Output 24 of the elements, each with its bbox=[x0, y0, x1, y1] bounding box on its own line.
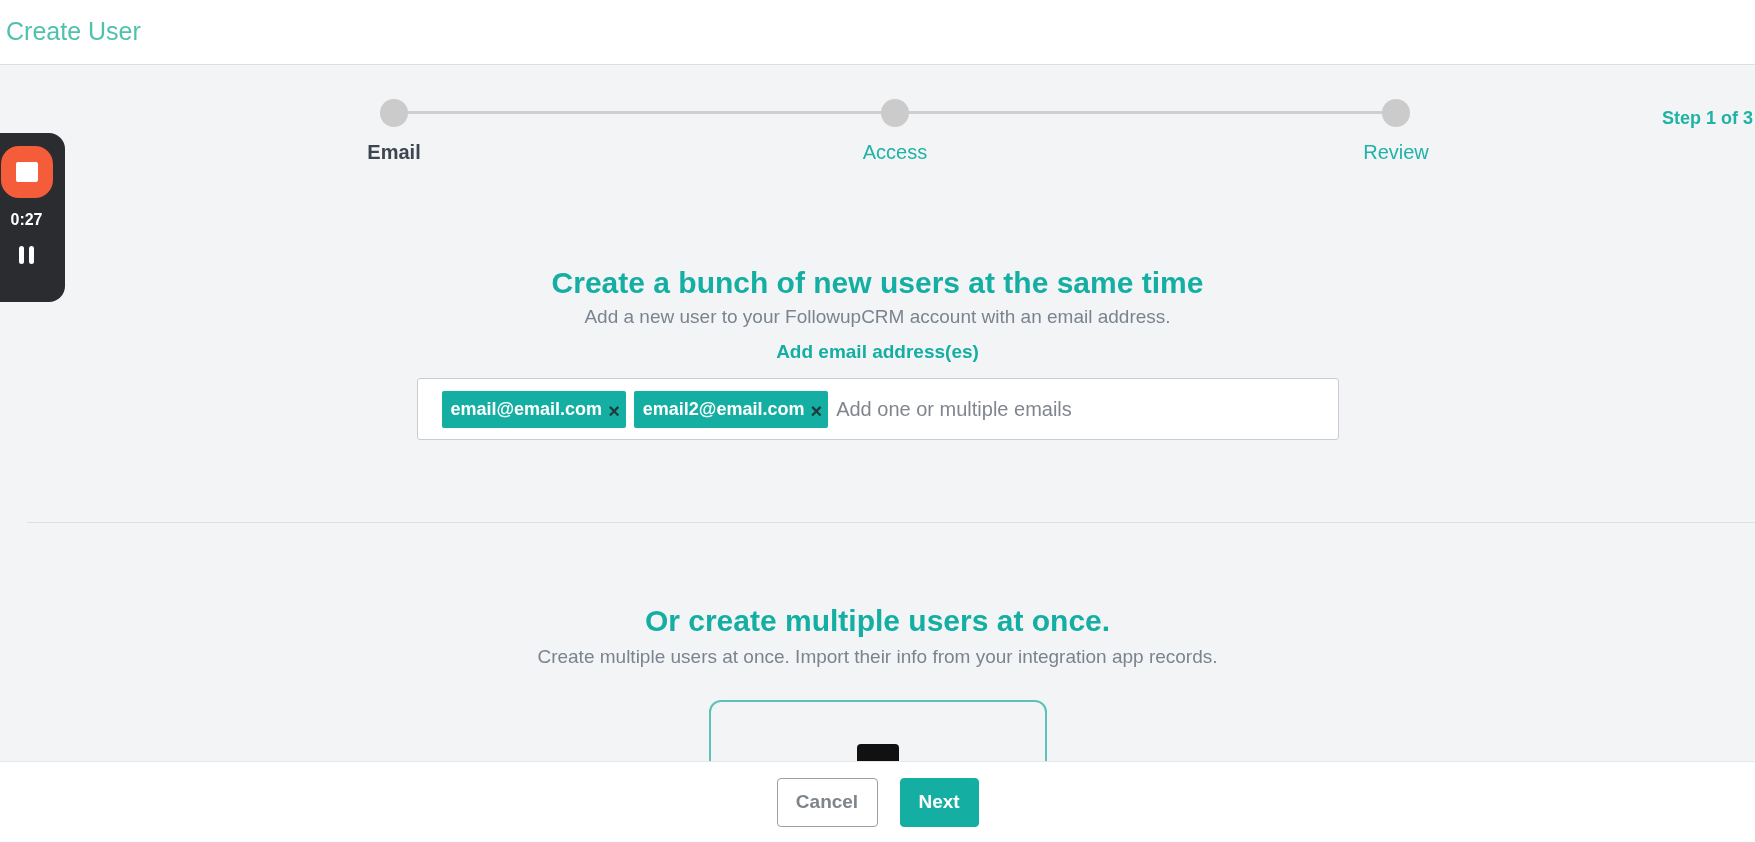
remove-tag-button[interactable]: × bbox=[608, 401, 620, 421]
app-icon bbox=[856, 743, 899, 761]
step-counter: Step 1 of 3 bbox=[1661, 107, 1753, 130]
step-label[interactable]: Review bbox=[1363, 137, 1429, 167]
stop-button[interactable] bbox=[0, 146, 53, 198]
step-label[interactable]: Email bbox=[367, 137, 421, 167]
cancel-button[interactable]: Cancel bbox=[776, 777, 878, 827]
remove-tag-button[interactable]: × bbox=[810, 401, 823, 421]
stop-icon bbox=[15, 162, 38, 182]
field-label: Add email address(es) bbox=[776, 339, 979, 364]
section-heading: Create a bunch of new users at the same time bbox=[551, 265, 1204, 301]
section-subtitle: Add a new user to your FollowupCRM account with an email address. bbox=[584, 305, 1171, 329]
step-label[interactable]: Access bbox=[862, 137, 928, 167]
section-heading: Or create multiple users at once. bbox=[644, 603, 1111, 639]
email-input-field[interactable]: email@email.com × email2@email.com × Add one or multiple emails bbox=[416, 378, 1339, 440]
recording-time: 0:27 bbox=[10, 210, 43, 230]
section-subtitle: Create multiple users at once. Import their info from your integration app records. bbox=[537, 645, 1218, 669]
pause-icon bbox=[19, 246, 34, 264]
pause-button[interactable] bbox=[19, 246, 34, 264]
tag-text: email2@email.com bbox=[642, 397, 805, 421]
email-input[interactable]: Add one or multiple emails bbox=[836, 379, 1338, 439]
page-title: Create User bbox=[6, 16, 141, 48]
tag-text: email@email.com bbox=[450, 397, 603, 421]
next-button[interactable]: Next bbox=[899, 777, 979, 827]
